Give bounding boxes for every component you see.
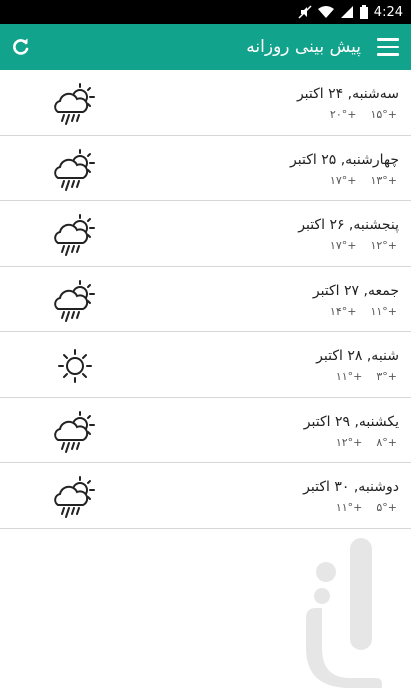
rain-cloud-sun-icon [50, 279, 100, 323]
rain-cloud-sun-icon [50, 410, 100, 454]
forecast-day: شنبه, ۲۸ اکتبر [316, 348, 399, 364]
temp-low: +۱۳° [370, 173, 397, 187]
forecast-temps: +۱۵° +۲۰° [316, 108, 397, 121]
temp-high: +۲۰° [329, 108, 357, 121]
temp-low: +۱۲° [370, 239, 397, 252]
refresh-icon[interactable] [10, 36, 32, 58]
forecast-day: دوشنبه, ۳۰ اکتبر [303, 479, 399, 495]
temp-high: +۱۱° [335, 501, 363, 514]
page-title: پیش بینی روزانه [246, 37, 361, 57]
forecast-row[interactable]: سه‌شنبه, ۲۴ اکتبر +۱۵° +۲۰° [0, 70, 411, 136]
forecast-row[interactable]: چهارشنبه, ۲۵ اکتبر +۱۳° +۱۷° [0, 136, 411, 201]
status-time: 4:24 [373, 4, 403, 20]
forecast-temps: +۳° +۱۱° [322, 370, 397, 383]
forecast-temps: +۱۲° +۱۷° [316, 239, 397, 252]
mute-icon [298, 5, 312, 19]
sun-icon [50, 344, 100, 388]
rain-cloud-sun-icon [50, 148, 100, 192]
hamburger-menu-icon[interactable] [377, 38, 399, 56]
temp-low: +۱۱° [370, 304, 397, 318]
temp-high: +۱۷° [329, 173, 357, 187]
forecast-row[interactable]: جمعه, ۲۷ اکتبر +۱۱° +۱۴° [0, 267, 411, 332]
forecast-temps: +۱۳° +۱۷° [316, 174, 397, 187]
forecast-day: جمعه, ۲۷ اکتبر [312, 282, 399, 299]
rain-cloud-sun-icon [50, 213, 100, 257]
forecast-day: پنجشنبه, ۲۶ اکتبر [298, 217, 399, 233]
temp-high: +۱۷° [329, 239, 357, 252]
wifi-icon [317, 6, 334, 18]
forecast-temps: +۱۱° +۱۴° [316, 305, 397, 318]
status-bar: 4:24 [0, 0, 411, 24]
temp-low: +۳° [376, 370, 397, 383]
battery-icon [359, 5, 368, 19]
forecast-row[interactable]: دوشنبه, ۳۰ اکتبر +۵° +۱۱° [0, 463, 411, 529]
forecast-day: سه‌شنبه, ۲۴ اکتبر [296, 86, 399, 102]
temp-high: +۱۴° [329, 304, 357, 318]
forecast-row[interactable]: شنبه, ۲۸ اکتبر +۳° +۱۱° [0, 332, 411, 398]
temp-high: +۱۲° [335, 435, 363, 449]
temp-high: +۱۱° [335, 370, 363, 383]
app-bar: پیش بینی روزانه [0, 24, 411, 70]
forecast-temps: +۸° +۱۲° [322, 436, 397, 449]
temp-low: +۸° [376, 435, 397, 449]
forecast-row[interactable]: یکشنبه, ۲۹ اکتبر +۸° +۱۲° [0, 398, 411, 463]
temp-low: +۵° [376, 501, 397, 514]
forecast-day: یکشنبه, ۲۹ اکتبر [303, 413, 399, 430]
rain-cloud-sun-icon [50, 82, 100, 126]
forecast-temps: +۵° +۱۱° [322, 501, 397, 514]
forecast-list: سه‌شنبه, ۲۴ اکتبر +۱۵° +۲۰° چهارشنبه, ۲۵ … [0, 70, 411, 529]
rain-cloud-sun-icon [50, 475, 100, 519]
forecast-row[interactable]: پنجشنبه, ۲۶ اکتبر +۱۲° +۱۷° [0, 201, 411, 267]
signal-icon [340, 6, 353, 18]
temp-low: +۱۵° [370, 108, 397, 121]
forecast-day: چهارشنبه, ۲۵ اکتبر [290, 151, 399, 168]
app-logo-watermark [306, 538, 382, 688]
